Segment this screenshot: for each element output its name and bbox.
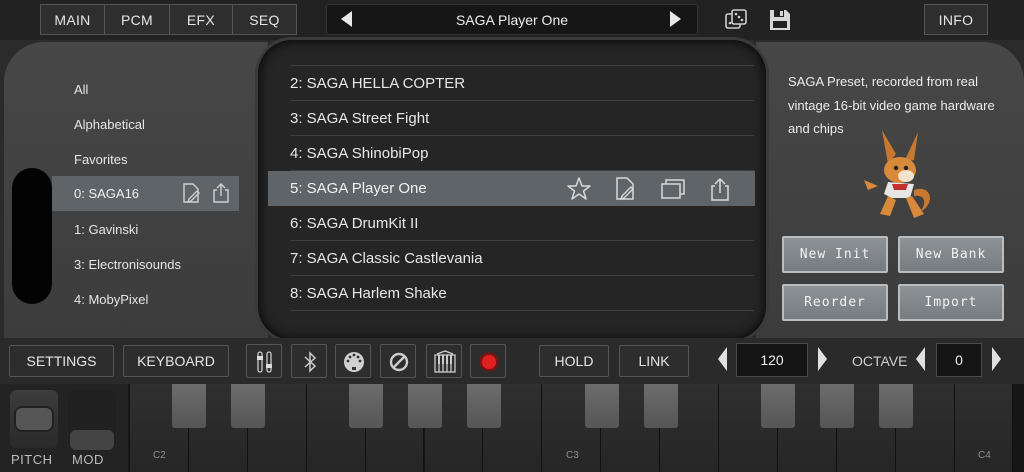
octave-field[interactable]: 0 (936, 343, 982, 377)
black-key[interactable] (466, 384, 501, 428)
preset-row-selected[interactable]: 5: SAGA Player One (268, 171, 755, 206)
piano-keys-icon (434, 350, 456, 373)
keyboard-button[interactable]: KEYBOARD (123, 345, 229, 377)
preset-row[interactable]: 6: SAGA DrumKit II (290, 206, 754, 241)
midi-icon (344, 352, 364, 372)
dice-icon[interactable] (724, 8, 748, 32)
preset-row[interactable]: 3: SAGA Street Fight (290, 101, 754, 136)
tab-main[interactable]: MAIN (40, 4, 105, 35)
preset-row[interactable]: 8: SAGA Harlem Shake (290, 276, 754, 311)
bank-item[interactable]: 1: Gavinski (74, 222, 138, 237)
panic-button[interactable] (380, 344, 416, 378)
note-label-c2: C2 (153, 450, 166, 461)
next-preset-arrow-icon[interactable] (670, 11, 681, 27)
octave-label: OCTAVE (852, 353, 908, 369)
category-all[interactable]: All (74, 82, 88, 97)
record-icon (479, 352, 499, 372)
preset-row[interactable]: 4: SAGA ShinobiPop (290, 136, 754, 171)
tab-efx[interactable]: EFX (169, 4, 233, 35)
bluetooth-button[interactable] (291, 344, 327, 378)
black-key[interactable] (408, 384, 442, 428)
favorite-star-icon[interactable] (566, 176, 592, 202)
hold-button[interactable]: HOLD (539, 345, 609, 377)
link-button[interactable]: LINK (619, 345, 689, 377)
edit-document-icon[interactable] (612, 176, 638, 202)
preset-selector: SAGA Player One (326, 4, 698, 35)
duplicate-icon[interactable] (660, 176, 686, 202)
tempo-increase-icon[interactable] (818, 347, 827, 371)
current-preset-name[interactable]: SAGA Player One (377, 5, 647, 34)
side-scroll-handle[interactable] (12, 168, 52, 304)
fox-mascot-icon (864, 130, 931, 218)
octave-down-icon[interactable] (916, 347, 925, 371)
bluetooth-icon (304, 351, 317, 373)
bank-item-selected[interactable]: 0: SAGA16 (52, 176, 239, 211)
black-key[interactable] (820, 384, 855, 428)
black-key[interactable] (761, 384, 796, 428)
preset-row[interactable]: 7: SAGA Classic Castlevania (290, 241, 754, 276)
mod-label: MOD (72, 452, 104, 467)
share-icon[interactable] (707, 176, 733, 202)
settings-button[interactable]: SETTINGS (9, 345, 114, 377)
stop-circle-icon (389, 352, 409, 372)
reorder-button[interactable]: Reorder (782, 284, 888, 321)
tab-seq[interactable]: SEQ (232, 4, 297, 35)
midi-button[interactable] (335, 344, 371, 378)
edit-document-icon[interactable] (180, 182, 202, 204)
tempo-field[interactable]: 120 (736, 343, 808, 377)
black-key[interactable] (231, 384, 266, 428)
floppy-disk-icon[interactable] (768, 8, 792, 32)
previous-preset-arrow-icon[interactable] (341, 11, 352, 27)
bank-item[interactable]: 3: Electronisounds (74, 257, 181, 272)
black-key[interactable] (643, 384, 678, 428)
black-key[interactable] (172, 384, 207, 428)
category-favorites[interactable]: Favorites (74, 152, 127, 167)
list-row-spacer (290, 40, 754, 66)
bank-selected-label: 0: SAGA16 (74, 186, 140, 201)
new-bank-button[interactable]: New Bank (898, 236, 1004, 273)
sliders-icon (257, 351, 272, 373)
record-button[interactable] (470, 344, 506, 378)
tempo-decrease-icon[interactable] (718, 347, 727, 371)
note-label-c3: C3 (566, 450, 579, 461)
import-button[interactable]: Import (898, 284, 1004, 321)
category-alphabetical[interactable]: Alphabetical (74, 117, 145, 132)
info-button[interactable]: INFO (924, 4, 988, 35)
pitch-wheel[interactable] (10, 390, 58, 448)
preset-row[interactable]: 2: SAGA HELLA COPTER (290, 66, 754, 101)
note-label-c4: C4 (978, 450, 991, 461)
selected-preset-label: 5: SAGA Player One (290, 180, 427, 197)
tab-pcm[interactable]: PCM (104, 4, 170, 35)
mixer-button[interactable] (246, 344, 282, 378)
new-init-button[interactable]: New Init (782, 236, 888, 273)
black-key[interactable] (349, 384, 384, 428)
octave-up-icon[interactable] (992, 347, 1001, 371)
keys-button[interactable] (426, 344, 462, 378)
share-icon[interactable] (210, 182, 232, 204)
black-key[interactable] (584, 384, 619, 428)
black-key[interactable] (879, 384, 914, 428)
mod-wheel[interactable] (68, 390, 116, 450)
pitch-label: PITCH (11, 452, 53, 467)
bank-item[interactable]: 4: MobyPixel (74, 292, 148, 307)
